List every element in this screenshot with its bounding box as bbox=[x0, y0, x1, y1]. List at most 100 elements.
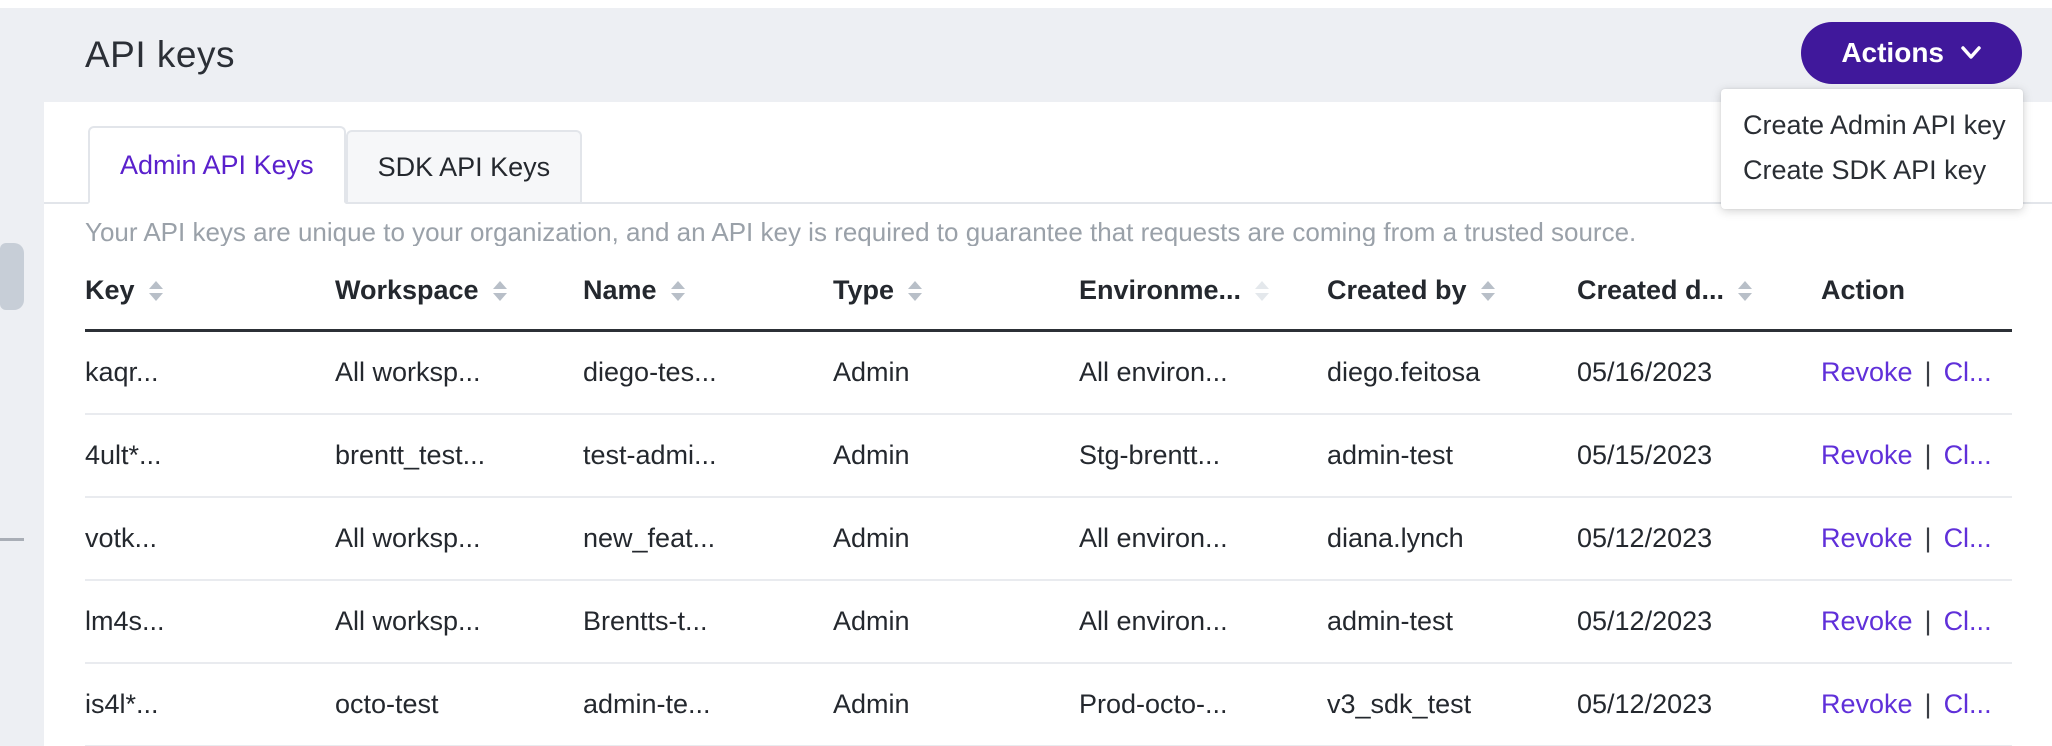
cell-name: admin-te... bbox=[583, 689, 833, 720]
cell-type: Admin bbox=[833, 606, 1079, 637]
actions-button-label: Actions bbox=[1841, 37, 1944, 69]
cell-actions: Revoke | Cl... bbox=[1821, 689, 2012, 720]
cell-key: kaqr... bbox=[85, 357, 335, 388]
action-separator: | bbox=[1925, 606, 1932, 637]
cell-name: new_feat... bbox=[583, 523, 833, 554]
page-header-band: API keys Actions bbox=[0, 8, 2052, 102]
sort-icon bbox=[671, 281, 685, 301]
cell-created-by: admin-test bbox=[1327, 606, 1577, 637]
sort-icon bbox=[1255, 281, 1269, 301]
column-label: Action bbox=[1821, 275, 1905, 306]
table-row: kaqr...All worksp...diego-tes...AdminAll… bbox=[85, 332, 2012, 415]
column-header-key[interactable]: Key bbox=[85, 275, 335, 306]
sort-icon bbox=[1738, 281, 1752, 301]
cell-workspace: octo-test bbox=[335, 689, 583, 720]
cell-created-by: v3_sdk_test bbox=[1327, 689, 1577, 720]
cell-created-date: 05/12/2023 bbox=[1577, 606, 1821, 637]
api-keys-table: Key Workspace Name Type Environme... Created … bbox=[85, 252, 2012, 746]
table-header-row: Key Workspace Name Type Environme... Created … bbox=[85, 252, 2012, 332]
column-header-created-by[interactable]: Created by bbox=[1327, 275, 1577, 306]
table-row: 4ult*...brentt_test...test-admi...AdminS… bbox=[85, 415, 2012, 498]
cell-environment: Prod-octo-... bbox=[1079, 689, 1327, 720]
revoke-link[interactable]: Revoke bbox=[1821, 523, 1913, 554]
cell-environment: All environ... bbox=[1079, 606, 1327, 637]
column-header-name[interactable]: Name bbox=[583, 275, 833, 306]
column-label: Created d... bbox=[1577, 275, 1724, 306]
clone-link[interactable]: Cl... bbox=[1944, 357, 1992, 388]
cell-workspace: All worksp... bbox=[335, 523, 583, 554]
tab-label: SDK API Keys bbox=[378, 152, 551, 183]
left-rail bbox=[0, 102, 44, 746]
table-row: is4l*...octo-testadmin-te...AdminProd-oc… bbox=[85, 664, 2012, 746]
cell-name: test-admi... bbox=[583, 440, 833, 471]
action-separator: | bbox=[1925, 689, 1932, 720]
clone-link[interactable]: Cl... bbox=[1944, 523, 1992, 554]
column-label: Name bbox=[583, 275, 657, 306]
column-label: Environme... bbox=[1079, 275, 1241, 306]
scrollbar-thumb[interactable] bbox=[0, 243, 24, 310]
cell-name: diego-tes... bbox=[583, 357, 833, 388]
menu-item-create-admin-api-key[interactable]: Create Admin API key bbox=[1721, 103, 2023, 148]
clone-link[interactable]: Cl... bbox=[1944, 689, 1992, 720]
table-row: votk...All worksp...new_feat...AdminAll … bbox=[85, 498, 2012, 581]
cell-environment: All environ... bbox=[1079, 523, 1327, 554]
cell-workspace: All worksp... bbox=[335, 357, 583, 388]
column-header-environme[interactable]: Environme... bbox=[1079, 275, 1327, 306]
column-header-workspace[interactable]: Workspace bbox=[335, 275, 583, 306]
clone-link[interactable]: Cl... bbox=[1944, 606, 1992, 637]
cell-actions: Revoke | Cl... bbox=[1821, 606, 2012, 637]
action-separator: | bbox=[1925, 523, 1932, 554]
tab-label: Admin API Keys bbox=[120, 150, 314, 181]
cell-workspace: brentt_test... bbox=[335, 440, 583, 471]
cell-created-date: 05/15/2023 bbox=[1577, 440, 1821, 471]
cell-type: Admin bbox=[833, 440, 1079, 471]
cell-created-by: diego.feitosa bbox=[1327, 357, 1577, 388]
sort-icon bbox=[908, 281, 922, 301]
sort-icon bbox=[1481, 281, 1495, 301]
revoke-link[interactable]: Revoke bbox=[1821, 440, 1913, 471]
cell-workspace: All worksp... bbox=[335, 606, 583, 637]
column-label: Created by bbox=[1327, 275, 1467, 306]
sort-icon bbox=[149, 281, 163, 301]
column-header-created-d[interactable]: Created d... bbox=[1577, 275, 1821, 306]
column-header-action: Action bbox=[1821, 275, 2012, 306]
cell-name: Brentts-t... bbox=[583, 606, 833, 637]
cell-type: Admin bbox=[833, 357, 1079, 388]
cell-key: is4l*... bbox=[85, 689, 335, 720]
column-header-type[interactable]: Type bbox=[833, 275, 1079, 306]
chevron-down-icon bbox=[1960, 45, 1982, 61]
cell-key: 4ult*... bbox=[85, 440, 335, 471]
cell-created-date: 05/16/2023 bbox=[1577, 357, 1821, 388]
tab-admin-api-keys[interactable]: Admin API Keys bbox=[88, 126, 346, 204]
cell-created-by: admin-test bbox=[1327, 440, 1577, 471]
cell-actions: Revoke | Cl... bbox=[1821, 523, 2012, 554]
column-label: Type bbox=[833, 275, 894, 306]
cell-type: Admin bbox=[833, 523, 1079, 554]
cell-created-date: 05/12/2023 bbox=[1577, 689, 1821, 720]
sort-icon bbox=[493, 281, 507, 301]
table-body: kaqr...All worksp...diego-tes...AdminAll… bbox=[85, 332, 2012, 746]
tab-sdk-api-keys[interactable]: SDK API Keys bbox=[346, 130, 583, 202]
revoke-link[interactable]: Revoke bbox=[1821, 689, 1913, 720]
cell-created-by: diana.lynch bbox=[1327, 523, 1577, 554]
cell-key: votk... bbox=[85, 523, 335, 554]
action-separator: | bbox=[1925, 357, 1932, 388]
table-row: lm4s...All worksp...Brentts-t...AdminAll… bbox=[85, 581, 2012, 664]
actions-dropdown-menu: Create Admin API key Create SDK API key bbox=[1721, 89, 2023, 209]
revoke-link[interactable]: Revoke bbox=[1821, 606, 1913, 637]
cell-type: Admin bbox=[833, 689, 1079, 720]
rail-divider bbox=[0, 538, 24, 541]
actions-button[interactable]: Actions bbox=[1801, 22, 2022, 84]
menu-item-create-sdk-api-key[interactable]: Create SDK API key bbox=[1721, 148, 2023, 193]
action-separator: | bbox=[1925, 440, 1932, 471]
column-label: Key bbox=[85, 275, 135, 306]
column-label: Workspace bbox=[335, 275, 479, 306]
cell-created-date: 05/12/2023 bbox=[1577, 523, 1821, 554]
revoke-link[interactable]: Revoke bbox=[1821, 357, 1913, 388]
page-title: API keys bbox=[85, 34, 235, 76]
cell-key: lm4s... bbox=[85, 606, 335, 637]
description-text: Your API keys are unique to your organiz… bbox=[85, 218, 2012, 246]
cell-actions: Revoke | Cl... bbox=[1821, 440, 2012, 471]
cell-environment: All environ... bbox=[1079, 357, 1327, 388]
clone-link[interactable]: Cl... bbox=[1944, 440, 1992, 471]
